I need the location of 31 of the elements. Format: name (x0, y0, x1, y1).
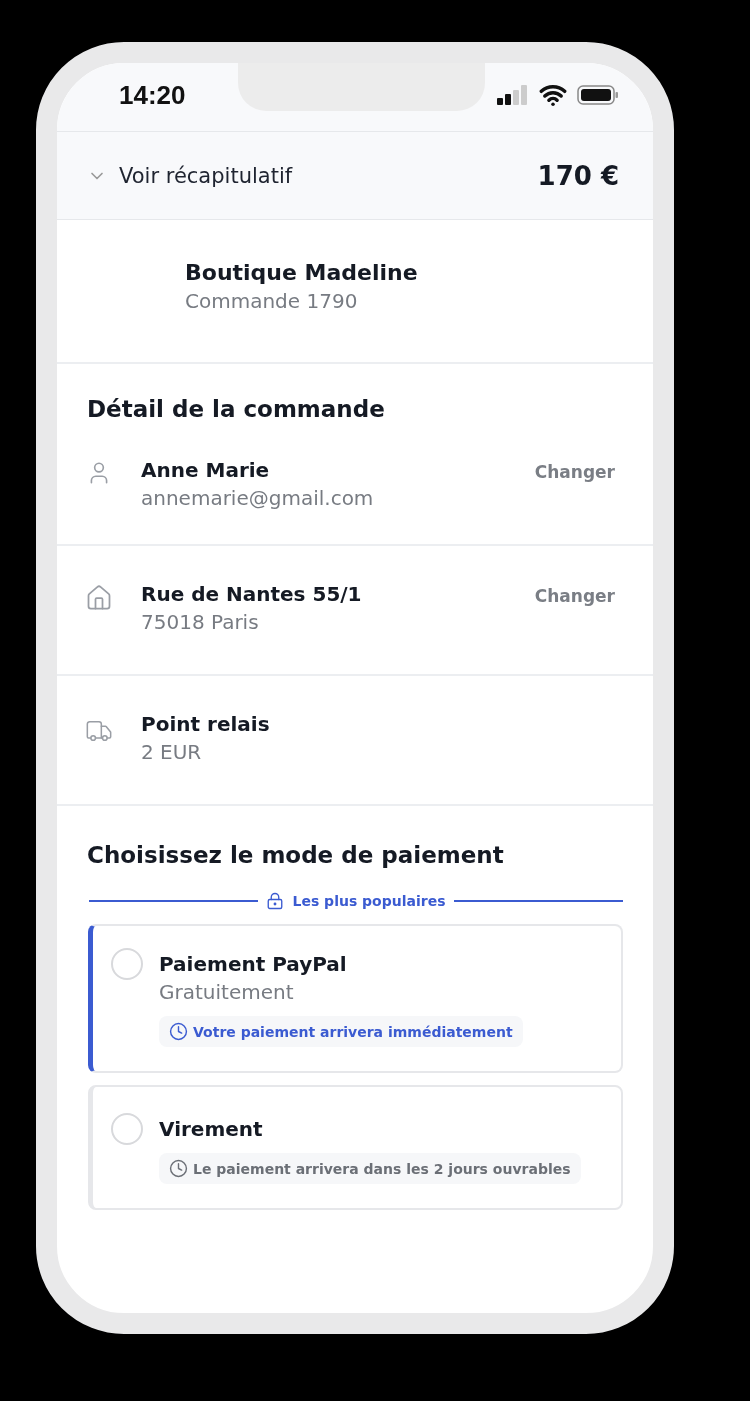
method-price: Gratuitement (159, 980, 295, 1004)
detail-subtitle: annemarie@gmail.com (141, 486, 375, 510)
divider-label: Les plus populaires (292, 893, 446, 909)
payment-option[interactable]: Paiement PayPal Gratuitement Votre paiement arrivera immédiatement (88, 924, 623, 1073)
payment-option[interactable]: Virement Le paiement arrivera dans les 2 jours ouvrables (88, 1085, 623, 1210)
clock-icon (169, 1159, 188, 1178)
change-button[interactable]: Changer (534, 586, 615, 606)
section-title: Choisissez le mode de paiement (86, 841, 505, 870)
status-time: 14:20 (119, 79, 186, 111)
method-note: Votre paiement arrivera immédiatement (159, 1016, 523, 1047)
clock-icon (169, 1022, 188, 1041)
radio-button[interactable] (111, 948, 143, 980)
detail-title: Anne Marie (141, 458, 271, 482)
shop-name: Boutique Madeline (185, 260, 419, 285)
method-name: Paiement PayPal (159, 952, 348, 976)
detail-title: Rue de Nantes 55/1 (141, 582, 363, 606)
order-total: 170 € (537, 160, 619, 191)
summary-toggle[interactable]: Voir récapitulatif (87, 163, 293, 188)
change-button[interactable]: Changer (534, 462, 615, 482)
method-name: Virement (159, 1117, 264, 1141)
house-icon (85, 584, 113, 612)
detail-subtitle: 2 EUR (141, 740, 203, 764)
signal-icon (497, 85, 529, 105)
order-number: Commande 1790 (185, 289, 359, 313)
detail-title: Point relais (141, 712, 271, 736)
section-title: Détail de la commande (86, 395, 386, 424)
radio-button[interactable] (111, 1113, 143, 1145)
lock-icon (266, 892, 285, 910)
method-note: Le paiement arrivera dans les 2 jours ouvrables (159, 1153, 581, 1184)
battery-icon (577, 85, 619, 105)
detail-subtitle: 75018 Paris (141, 610, 260, 634)
